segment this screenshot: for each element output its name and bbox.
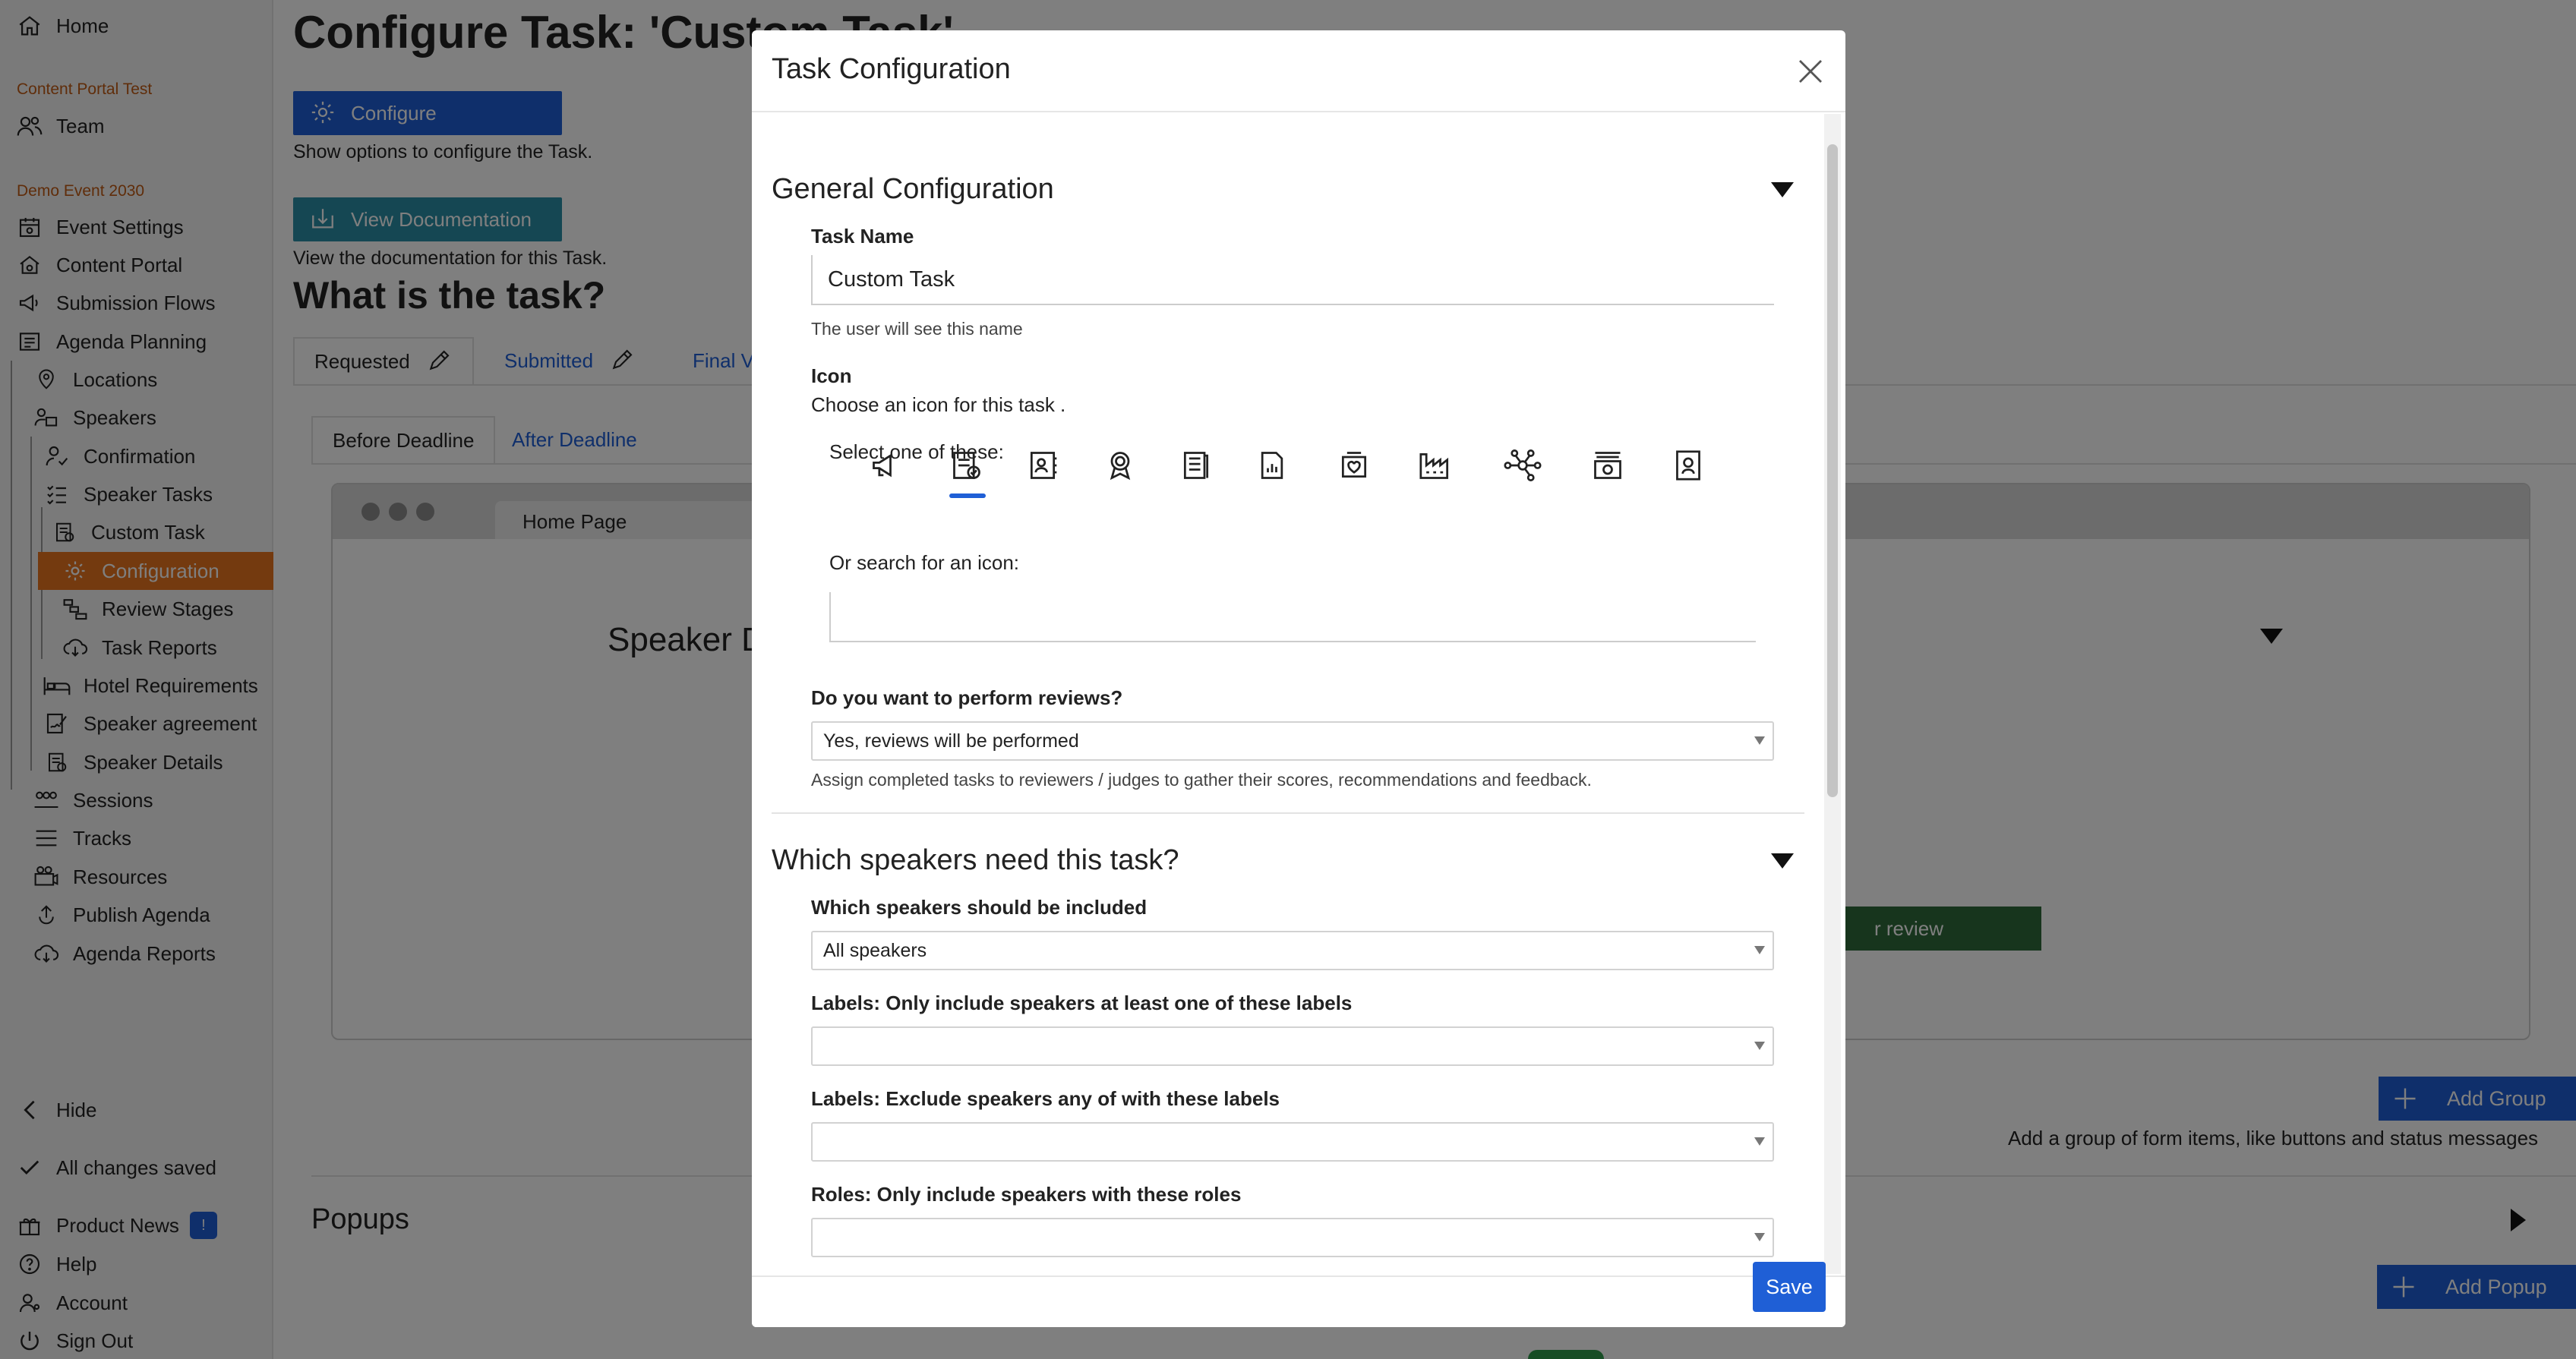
task-name-label: Task Name <box>811 225 914 248</box>
collapse-caret-icon[interactable] <box>1771 853 1794 869</box>
modal-title: Task Configuration <box>772 53 1011 85</box>
labels-exclude-label: Labels: Exclude speakers any of with the… <box>811 1087 1280 1110</box>
general-config-heading: General Configuration <box>772 173 1054 205</box>
megaphone-icon[interactable] <box>867 446 905 484</box>
modal-scrollbar-thumb[interactable] <box>1827 144 1838 797</box>
contact-card-icon[interactable] <box>1024 446 1062 484</box>
id-badge-icon[interactable] <box>1669 446 1707 484</box>
modal-footer <box>752 1275 1845 1327</box>
close-icon[interactable] <box>1795 56 1826 87</box>
include-speakers-label: Which speakers should be included <box>811 896 1148 919</box>
icon-search-input[interactable] <box>829 592 1756 642</box>
factory-icon[interactable] <box>1417 446 1455 484</box>
chevron-down-icon <box>1754 1137 1765 1146</box>
heart-box-icon[interactable] <box>1335 446 1373 484</box>
reviews-select-value: Yes, reviews will be performed <box>823 730 1079 752</box>
labels-include-select[interactable] <box>811 1026 1774 1066</box>
search-icon-label: Or search for an icon: <box>829 551 1019 574</box>
save-button[interactable]: Save <box>1753 1262 1826 1312</box>
task-configuration-modal: Task Configuration General Configuration… <box>752 30 1845 1327</box>
speakers-heading: Which speakers need this task? <box>772 844 1179 876</box>
reviews-label: Do you want to perform reviews? <box>811 686 1123 709</box>
roles-select[interactable] <box>811 1218 1774 1257</box>
reviews-help: Assign completed tasks to reviewers / ju… <box>811 770 1592 790</box>
app-root: Home Content Portal Test Team Demo Event… <box>0 0 2576 1359</box>
reviews-select[interactable]: Yes, reviews will be performed <box>811 721 1774 761</box>
chevron-down-icon <box>1754 736 1765 745</box>
collapse-caret-icon[interactable] <box>1771 182 1794 197</box>
include-speakers-value: All speakers <box>823 939 927 961</box>
selected-icon-indicator <box>949 493 986 498</box>
chevron-down-icon <box>1754 1233 1765 1241</box>
award-badge-icon[interactable] <box>1101 446 1139 484</box>
task-name-input[interactable] <box>811 255 1774 305</box>
task-name-help: The user will see this name <box>811 319 1023 339</box>
labels-exclude-select[interactable] <box>811 1122 1774 1162</box>
icon-label: Icon <box>811 364 852 387</box>
include-speakers-select[interactable]: All speakers <box>811 931 1774 970</box>
labels-include-label: Labels: Only include speakers at least o… <box>811 992 1353 1014</box>
modal-header: Task Configuration <box>752 30 1845 112</box>
chevron-down-icon <box>1754 1042 1765 1050</box>
network-icon[interactable] <box>1504 446 1542 484</box>
icon-help: Choose an icon for this task . <box>811 393 1066 416</box>
roles-label: Roles: Only include speakers with these … <box>811 1183 1242 1206</box>
archive-icon[interactable] <box>1589 446 1627 484</box>
document-chart-icon[interactable] <box>1253 446 1291 484</box>
book-icon[interactable] <box>1177 446 1215 484</box>
document-check-icon[interactable] <box>948 446 986 484</box>
modal-body: General Configuration Task Name The user… <box>752 114 1823 1274</box>
section-divider <box>772 812 1804 814</box>
chevron-down-icon <box>1754 946 1765 954</box>
